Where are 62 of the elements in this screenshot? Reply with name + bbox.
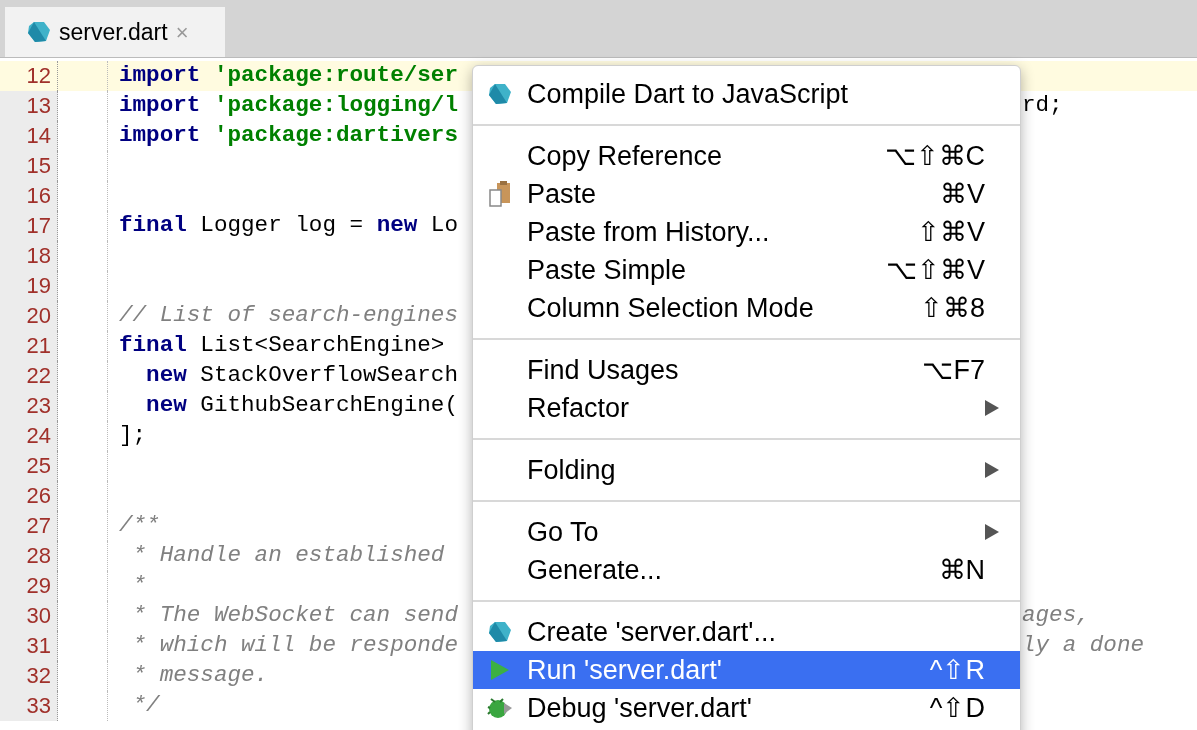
menu-item[interactable]: Paste from History... ⇧⌘V (473, 213, 1020, 251)
code-text: ]; (119, 422, 147, 449)
menu-item[interactable]: Compile Dart to JavaScript (473, 75, 1020, 113)
run-icon (489, 658, 511, 682)
code-text: final Logger log = new Lo (119, 212, 458, 239)
code-text: ly a done (1022, 632, 1145, 659)
code-text: import 'package:dartivers (119, 122, 458, 149)
menu-item[interactable]: Refactor (473, 389, 1020, 427)
line-number: 32 (0, 661, 58, 691)
line-number: 13 (0, 91, 58, 121)
code-text: rd; (1022, 92, 1063, 119)
code-text: */ (131, 692, 160, 719)
menu-item[interactable]: Run 'server.dart' ^⇧R (473, 651, 1020, 689)
menu-item[interactable]: Generate... ⌘N (473, 551, 1020, 589)
menu-item[interactable]: Debug 'server.dart' ^⇧D (473, 689, 1020, 727)
code-text: final List<SearchEngine> (119, 332, 445, 359)
code-text: import 'package:logging/l (119, 92, 458, 119)
line-number: 18 (0, 241, 58, 271)
line-number: 26 (0, 481, 58, 511)
menu-item[interactable]: Copy Reference ⌥⇧⌘C (473, 137, 1020, 175)
menu-item[interactable]: Folding (473, 451, 1020, 489)
menu-item[interactable]: Go To (473, 513, 1020, 551)
code-text: // List of search-engines (119, 302, 458, 329)
line-number: 28 (0, 541, 58, 571)
line-number: 33 (0, 691, 58, 721)
dart-logo-icon (488, 620, 512, 644)
line-number: 14 (0, 121, 58, 151)
code-text: * which will be responde (131, 632, 458, 659)
line-number: 19 (0, 271, 58, 301)
code-text: ages, (1022, 602, 1090, 629)
menu-item[interactable]: Find Usages ⌥F7 (473, 351, 1020, 389)
code-text: import 'package:route/ser (119, 62, 458, 89)
dart-logo-icon (27, 20, 51, 44)
bug-icon (487, 695, 513, 721)
line-number: 21 (0, 331, 58, 361)
line-number: 31 (0, 631, 58, 661)
tab-label: server.dart (59, 17, 168, 47)
menu-item[interactable]: Column Selection Mode ⇧⌘8 (473, 289, 1020, 327)
line-number: 24 (0, 421, 58, 451)
code-text: /** (119, 512, 160, 539)
clipboard-icon (488, 181, 512, 207)
line-number: 29 (0, 571, 58, 601)
line-number: 20 (0, 301, 58, 331)
menu-item[interactable]: Paste Simple ⌥⇧⌘V (473, 251, 1020, 289)
line-number: 30 (0, 601, 58, 631)
line-number: 17 (0, 211, 58, 241)
code-text: * (131, 572, 147, 599)
menu-item[interactable]: Paste ⌘V (473, 175, 1020, 213)
line-number: 15 (0, 151, 58, 181)
line-number: 27 (0, 511, 58, 541)
line-number: 25 (0, 451, 58, 481)
menu-item[interactable]: Create 'server.dart'... (473, 613, 1020, 651)
code-text: * message. (131, 662, 269, 689)
code-text: new GithubSearchEngine( (145, 392, 458, 419)
code-text: new StackOverflowSearch (145, 362, 458, 389)
line-number: 16 (0, 181, 58, 211)
editor-tab[interactable]: server.dart × (5, 7, 225, 57)
dart-logo-icon (488, 82, 512, 106)
line-number: 23 (0, 391, 58, 421)
code-text: * The WebSocket can send (131, 602, 458, 629)
code-text: * Handle an established (131, 542, 445, 569)
line-number: 22 (0, 361, 58, 391)
